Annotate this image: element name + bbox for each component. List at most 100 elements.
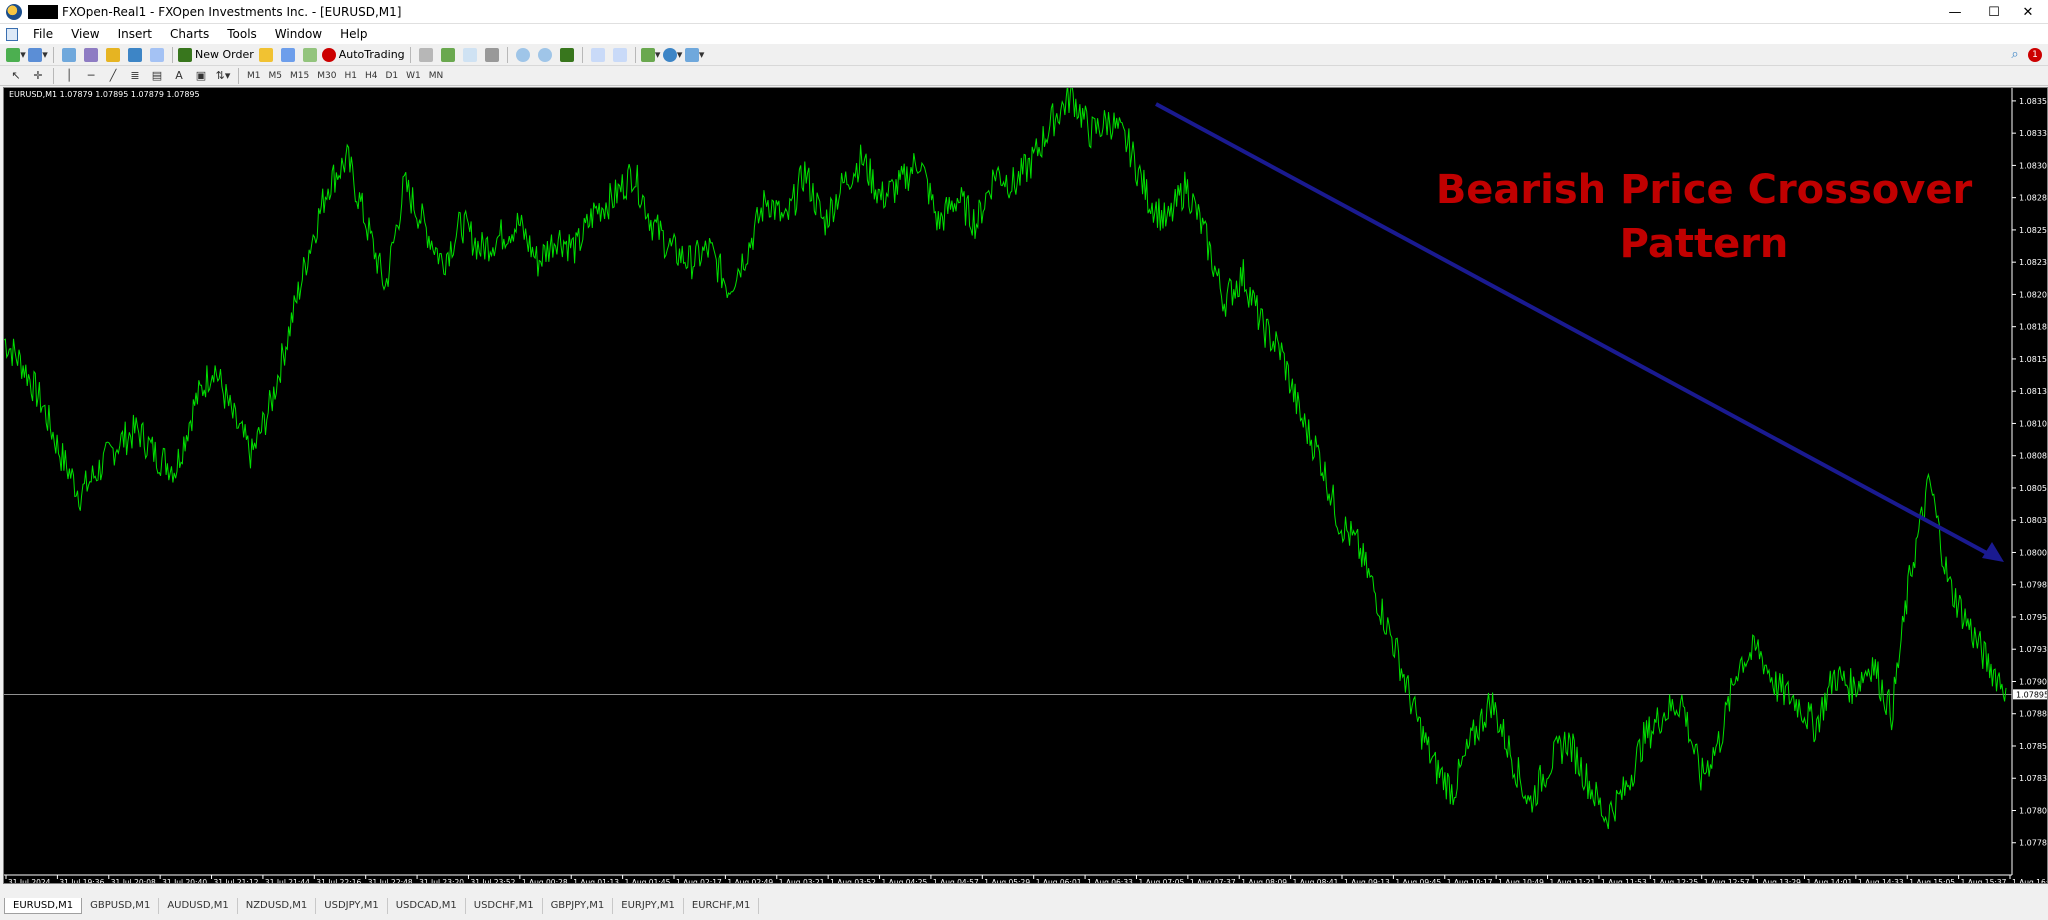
arrows-button[interactable]: ⇅▾ [213, 67, 233, 85]
vertical-line-button[interactable]: │ [59, 67, 79, 85]
chart-window-icon[interactable] [6, 27, 18, 41]
chart-tab-audusd[interactable]: AUDUSD,M1 [159, 898, 238, 914]
vertical-line-icon: │ [65, 69, 73, 82]
tile-windows-button[interactable] [557, 46, 577, 64]
toolbar-separator [506, 46, 508, 63]
menu-view[interactable]: View [62, 27, 108, 41]
menu-help[interactable]: Help [331, 27, 376, 41]
price-tick-label: 1.07780 [2019, 839, 2047, 848]
toolbar-separator [238, 67, 239, 84]
current-price-label: 1.07895 [2016, 690, 2047, 699]
chart-tab-eurchf[interactable]: EURCHF,M1 [684, 898, 760, 914]
time-tick-label: 1 Aug 15:05 [1909, 878, 1955, 883]
price-tick-label: 1.08180 [2019, 323, 2047, 332]
zoom-in-button[interactable] [513, 46, 533, 64]
new-chart-button[interactable]: ▾ [6, 46, 26, 64]
chart-tab-eurjpy[interactable]: EURJPY,M1 [613, 898, 684, 914]
chart-tab-gbpjpy[interactable]: GBPJPY,M1 [543, 898, 614, 914]
periods-button[interactable]: ▾ [662, 46, 683, 64]
timeframe-m15[interactable]: M15 [286, 68, 313, 84]
data-window-button[interactable] [81, 46, 101, 64]
menu-window[interactable]: Window [266, 27, 331, 41]
time-tick-label: 1 Aug 11:53 [1601, 878, 1647, 883]
toolbar-separator [409, 46, 411, 63]
indicators-icon [640, 47, 655, 62]
timeframe-m30[interactable]: M30 [313, 68, 340, 84]
autoscroll-button[interactable] [588, 46, 608, 64]
chart-tab-eurusd[interactable]: EURUSD,M1 [4, 898, 83, 914]
signals-button[interactable] [278, 46, 298, 64]
price-tick-label: 1.07880 [2019, 710, 2047, 719]
timeframe-h4[interactable]: H4 [361, 68, 382, 84]
chart-tab-usdcad[interactable]: USDCAD,M1 [388, 898, 466, 914]
trendline-button[interactable]: ╱ [103, 67, 123, 85]
time-tick-label: 1 Aug 07:37 [1190, 878, 1236, 883]
market-button[interactable] [300, 46, 320, 64]
cursor-button[interactable]: ↖ [6, 67, 26, 85]
time-tick-label: 1 Aug 08:41 [1293, 878, 1339, 883]
price-tick-label: 1.07830 [2019, 774, 2047, 783]
new-order-icon [178, 47, 192, 62]
channel-button[interactable]: ▤ [147, 67, 167, 85]
chart-tab-usdjpy[interactable]: USDJPY,M1 [316, 898, 388, 914]
shift-end-button[interactable] [610, 46, 630, 64]
pattern-title-line1: Bearish Price Crossover [1435, 167, 1973, 213]
timeframe-mn[interactable]: MN [425, 68, 448, 84]
new-order-label: New Order [195, 48, 254, 61]
indicators-button[interactable]: ▾ [640, 46, 661, 64]
templates-button[interactable]: ▾ [684, 46, 705, 64]
chart-tab-nzdusd[interactable]: NZDUSD,M1 [238, 898, 317, 914]
chart-window[interactable]: 1.08355 1.08330 1.08305 1.08280 1.08255 1.082… [3, 87, 2048, 884]
text-tool-icon: A [175, 69, 183, 82]
profiles-icon [28, 47, 43, 62]
close-button[interactable]: ✕ [2005, 0, 2048, 24]
autotrading-button[interactable]: AutoTrading [321, 46, 405, 64]
time-tick-label: 1 Aug 00:28 [522, 878, 568, 883]
horizontal-line-button[interactable]: ─ [81, 67, 101, 85]
line-chart-button[interactable] [460, 46, 480, 64]
menu-insert[interactable]: Insert [109, 27, 161, 41]
timeframe-h1[interactable]: H1 [340, 68, 361, 84]
chart-tab-gbpusd[interactable]: GBPUSD,M1 [82, 898, 160, 914]
price-tick-label: 1.08055 [2019, 484, 2047, 493]
text-label-button[interactable]: ▣ [191, 67, 211, 85]
market-watch-button[interactable] [59, 46, 79, 64]
price-tick-label: 1.07955 [2019, 613, 2047, 622]
time-tick-label: 1 Aug 10:49 [1498, 878, 1544, 883]
price-tick-label: 1.08005 [2019, 548, 2047, 557]
candlesticks-button[interactable] [438, 46, 458, 64]
menu-charts[interactable]: Charts [161, 27, 218, 41]
app-logo-icon[interactable] [6, 3, 22, 20]
trendline-icon: ╱ [109, 69, 117, 82]
menu-bar: File View Insert Charts Tools Window Hel… [0, 24, 2048, 44]
menu-tools[interactable]: Tools [218, 27, 266, 41]
notifications-button[interactable]: 1 [2025, 46, 2045, 64]
metaeditor-button[interactable] [256, 46, 276, 64]
terminal-button[interactable] [125, 46, 145, 64]
signals-icon [280, 47, 295, 62]
zoom-out-button[interactable] [535, 46, 555, 64]
text-button[interactable]: A [169, 67, 189, 85]
timeframe-m5[interactable]: M5 [265, 68, 287, 84]
price-tick-label: 1.08355 [2019, 97, 2047, 106]
timeframe-m1[interactable]: M1 [243, 68, 265, 84]
arrows-icon: ⇅▾ [215, 69, 231, 82]
timeframe-w1[interactable]: W1 [402, 68, 425, 84]
time-tick-label: 1 Aug 06:01 [1036, 878, 1082, 883]
search-button[interactable]: ⌕ [2005, 46, 2025, 64]
crosshair-button[interactable]: ✛ [28, 67, 48, 85]
new-order-button[interactable]: New Order [178, 46, 254, 64]
menu-file[interactable]: File [24, 27, 62, 41]
chart-shift-button[interactable] [482, 46, 502, 64]
profiles-button[interactable]: ▾ [28, 46, 48, 64]
bar-chart-button[interactable] [416, 46, 436, 64]
price-tick-label: 1.08230 [2019, 258, 2047, 267]
navigator-button[interactable] [103, 46, 123, 64]
strategy-tester-button[interactable] [147, 46, 167, 64]
time-tick-label: 1 Aug 14:33 [1858, 878, 1904, 883]
market-watch-icon [62, 47, 76, 62]
fibonacci-button[interactable]: ≣ [125, 67, 145, 85]
timeframe-d1[interactable]: D1 [381, 68, 402, 84]
chart-tab-usdchf[interactable]: USDCHF,M1 [466, 898, 543, 914]
candlesticks-icon [440, 47, 455, 62]
